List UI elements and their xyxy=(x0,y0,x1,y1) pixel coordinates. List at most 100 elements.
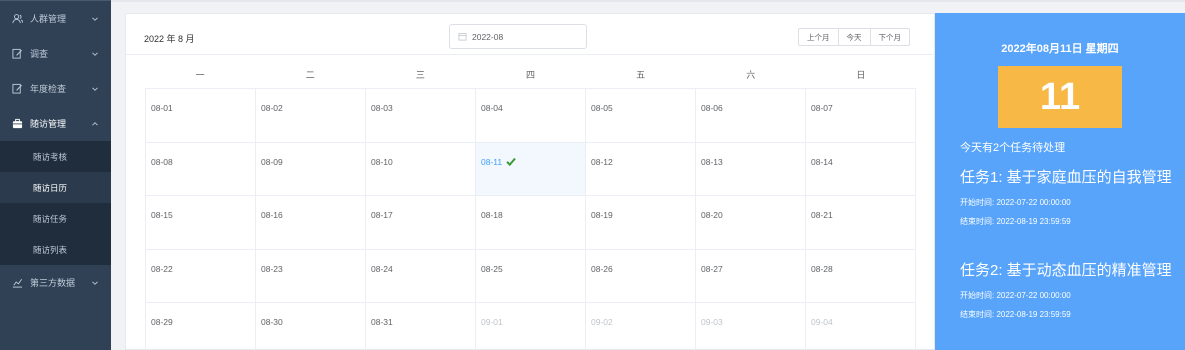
calendar-day-cell[interactable]: 08-17 xyxy=(366,196,476,250)
calendar-day-cell[interactable]: 08-18 xyxy=(476,196,586,250)
calendar-day-label: 09-04 xyxy=(811,317,833,327)
calendar-day-cell[interactable]: 08-03 xyxy=(366,89,476,143)
weekday-label: 日 xyxy=(856,70,866,80)
people-icon xyxy=(11,13,23,25)
calendar-day-label: 08-07 xyxy=(811,103,833,113)
sidebar-item-crowd-management[interactable]: 人群管理 xyxy=(0,1,111,36)
sidebar-item-survey[interactable]: 调查 xyxy=(0,36,111,71)
chart-icon xyxy=(11,277,23,289)
calendar-day-cell[interactable]: 09-02 xyxy=(586,303,696,350)
calendar-day-cell[interactable]: 08-05 xyxy=(586,89,696,143)
weekday-label: 四 xyxy=(525,70,535,80)
calendar-day-label: 08-29 xyxy=(151,317,173,327)
calendar-day-label: 08-19 xyxy=(591,210,613,220)
briefcase-icon xyxy=(11,118,23,130)
chevron-down-icon xyxy=(92,16,98,21)
day-detail-panel: 2022年08月11日 星期四 11 今天有2个任务待处理 任务1: 基于家庭血… xyxy=(935,13,1185,350)
sidebar-item-followup-management[interactable]: 随访管理 xyxy=(0,106,111,141)
calendar-day-cell[interactable]: 08-28 xyxy=(806,249,916,303)
sidebar-item-label: 年度检查 xyxy=(30,84,67,94)
calendar-day-cell[interactable]: 08-29 xyxy=(146,303,256,350)
task-summary: 今天有2个任务待处理 xyxy=(960,142,1066,154)
task-title: 任务1: 基于家庭血压的自我管理 xyxy=(960,169,1172,186)
submenu-item-followup-list[interactable]: 随访列表 xyxy=(0,234,111,265)
calendar-day-cell[interactable]: 09-04 xyxy=(806,303,916,350)
calendar-day-label: 08-05 xyxy=(591,103,613,113)
sidebar-item-label: 调查 xyxy=(30,49,49,59)
calendar-day-cell[interactable]: 08-12 xyxy=(586,142,696,196)
month-picker[interactable]: 2022-08 xyxy=(449,24,587,49)
calendar-day-cell[interactable]: 08-07 xyxy=(806,89,916,143)
calendar-week-row: 08-01 08-02 08-03 08-04 08-05 08-06 08-07 xyxy=(146,89,916,143)
sidebar-item-label: 人群管理 xyxy=(30,14,67,24)
calendar-day-label: 08-27 xyxy=(701,263,723,274)
calendar-day-cell[interactable]: 08-14 xyxy=(806,142,916,196)
chevron-up-icon xyxy=(92,121,98,126)
calendar-day-label: 08-28 xyxy=(811,263,833,274)
task-item[interactable]: 任务1: 基于家庭血压的自我管理 开始时间: 2022-07-22 00:00:… xyxy=(960,168,1175,227)
calendar-day-cell[interactable]: 08-20 xyxy=(696,196,806,250)
task-start-time: 开始时间: 2022-07-22 00:00:00 xyxy=(960,291,1071,300)
submenu-item-followup-calendar[interactable]: 随访日历 xyxy=(0,172,111,203)
weekday-label: 一 xyxy=(195,70,205,80)
calendar-day-cell[interactable]: 09-03 xyxy=(696,303,806,350)
calendar-day-label: 08-03 xyxy=(371,103,393,113)
selected-date-heading: 2022年08月11日 星期四 xyxy=(1001,43,1119,55)
calendar-day-label: 08-26 xyxy=(591,263,613,274)
calendar-day-cell[interactable]: 08-30 xyxy=(256,303,366,350)
task-end-time: 结束时间: 2022-08-19 23:59:59 xyxy=(960,310,1071,319)
calendar-day-label: 08-13 xyxy=(701,156,723,167)
calendar-day-cell[interactable]: 08-10 xyxy=(366,142,476,196)
edit-icon xyxy=(11,83,23,95)
calendar-day-label: 08-14 xyxy=(811,156,833,167)
calendar-day-label: 08-30 xyxy=(261,317,283,327)
calendar-day-cell[interactable]: 08-02 xyxy=(256,89,366,143)
calendar-day-label: 08-12 xyxy=(591,156,613,167)
sidebar: 人群管理 调查 年度检查 随访管理 随访考核 随访日历 随访任务 随访列表 第三… xyxy=(0,0,111,350)
checkmark-icon xyxy=(506,157,516,166)
chevron-down-icon xyxy=(92,86,98,91)
month-nav-buttons: 上个月 今天 下个月 xyxy=(798,28,910,46)
calendar-day-cell[interactable]: 08-08 xyxy=(146,142,256,196)
sidebar-item-third-party-data[interactable]: 第三方数据 xyxy=(0,265,111,300)
calendar-day-cell[interactable]: 08-09 xyxy=(256,142,366,196)
calendar-day-label: 08-16 xyxy=(261,210,283,220)
calendar-day-cell[interactable]: 08-23 xyxy=(256,249,366,303)
calendar-day-label: 08-23 xyxy=(261,263,283,274)
task-item[interactable]: 任务2: 基于动态血压的精准管理 开始时间: 2022-07-22 00:00:… xyxy=(960,261,1175,320)
calendar-day-cell[interactable]: 08-19 xyxy=(586,196,696,250)
calendar-day-cell[interactable]: 08-01 xyxy=(146,89,256,143)
sidebar-item-label: 随访管理 xyxy=(30,119,67,129)
calendar-day-cell[interactable]: 08-15 xyxy=(146,196,256,250)
calendar-day-cell[interactable]: 08-11 xyxy=(476,142,586,196)
calendar-day-label: 08-09 xyxy=(261,156,283,167)
app: 人群管理 调查 年度检查 随访管理 随访考核 随访日历 随访任务 随访列表 第三… xyxy=(0,0,1185,350)
calendar-day-cell[interactable]: 08-13 xyxy=(696,142,806,196)
calendar-day-cell[interactable]: 08-16 xyxy=(256,196,366,250)
calendar-day-cell[interactable]: 08-21 xyxy=(806,196,916,250)
sidebar-item-annual-check[interactable]: 年度检查 xyxy=(0,71,111,106)
calendar-day-label: 08-31 xyxy=(371,317,393,327)
calendar-day-cell[interactable]: 08-26 xyxy=(586,249,696,303)
calendar-grid-wrapper: 一 二 三 四 五 六 日 08-01 08-02 08-03 08-04 08-05 0… xyxy=(145,62,916,350)
weekday-label: 六 xyxy=(746,70,756,80)
calendar-day-cell[interactable]: 08-06 xyxy=(696,89,806,143)
today-button[interactable]: 今天 xyxy=(838,28,871,46)
prev-month-button[interactable]: 上个月 xyxy=(798,28,839,46)
chevron-down-icon xyxy=(92,51,98,56)
calendar-day-cell[interactable]: 08-22 xyxy=(146,249,256,303)
calendar-day-cell[interactable]: 08-27 xyxy=(696,249,806,303)
calendar-week-row: 08-15 08-16 08-17 08-18 08-19 08-20 08-21 xyxy=(146,196,916,250)
calendar-day-label: 08-10 xyxy=(371,156,393,167)
calendar-day-cell[interactable]: 08-31 xyxy=(366,303,476,350)
calendar-day-label: 08-04 xyxy=(481,103,503,113)
calendar-day-cell[interactable]: 09-01 xyxy=(476,303,586,350)
submenu-item-followup-assessment[interactable]: 随访考核 xyxy=(0,141,111,172)
calendar-day-cell[interactable]: 08-04 xyxy=(476,89,586,143)
day-number-box: 11 xyxy=(998,66,1122,128)
submenu-item-followup-tasks[interactable]: 随访任务 xyxy=(0,203,111,234)
calendar-day-label: 08-21 xyxy=(811,210,833,220)
calendar-day-cell[interactable]: 08-25 xyxy=(476,249,586,303)
next-month-button[interactable]: 下个月 xyxy=(870,28,910,46)
calendar-day-cell[interactable]: 08-24 xyxy=(366,249,476,303)
